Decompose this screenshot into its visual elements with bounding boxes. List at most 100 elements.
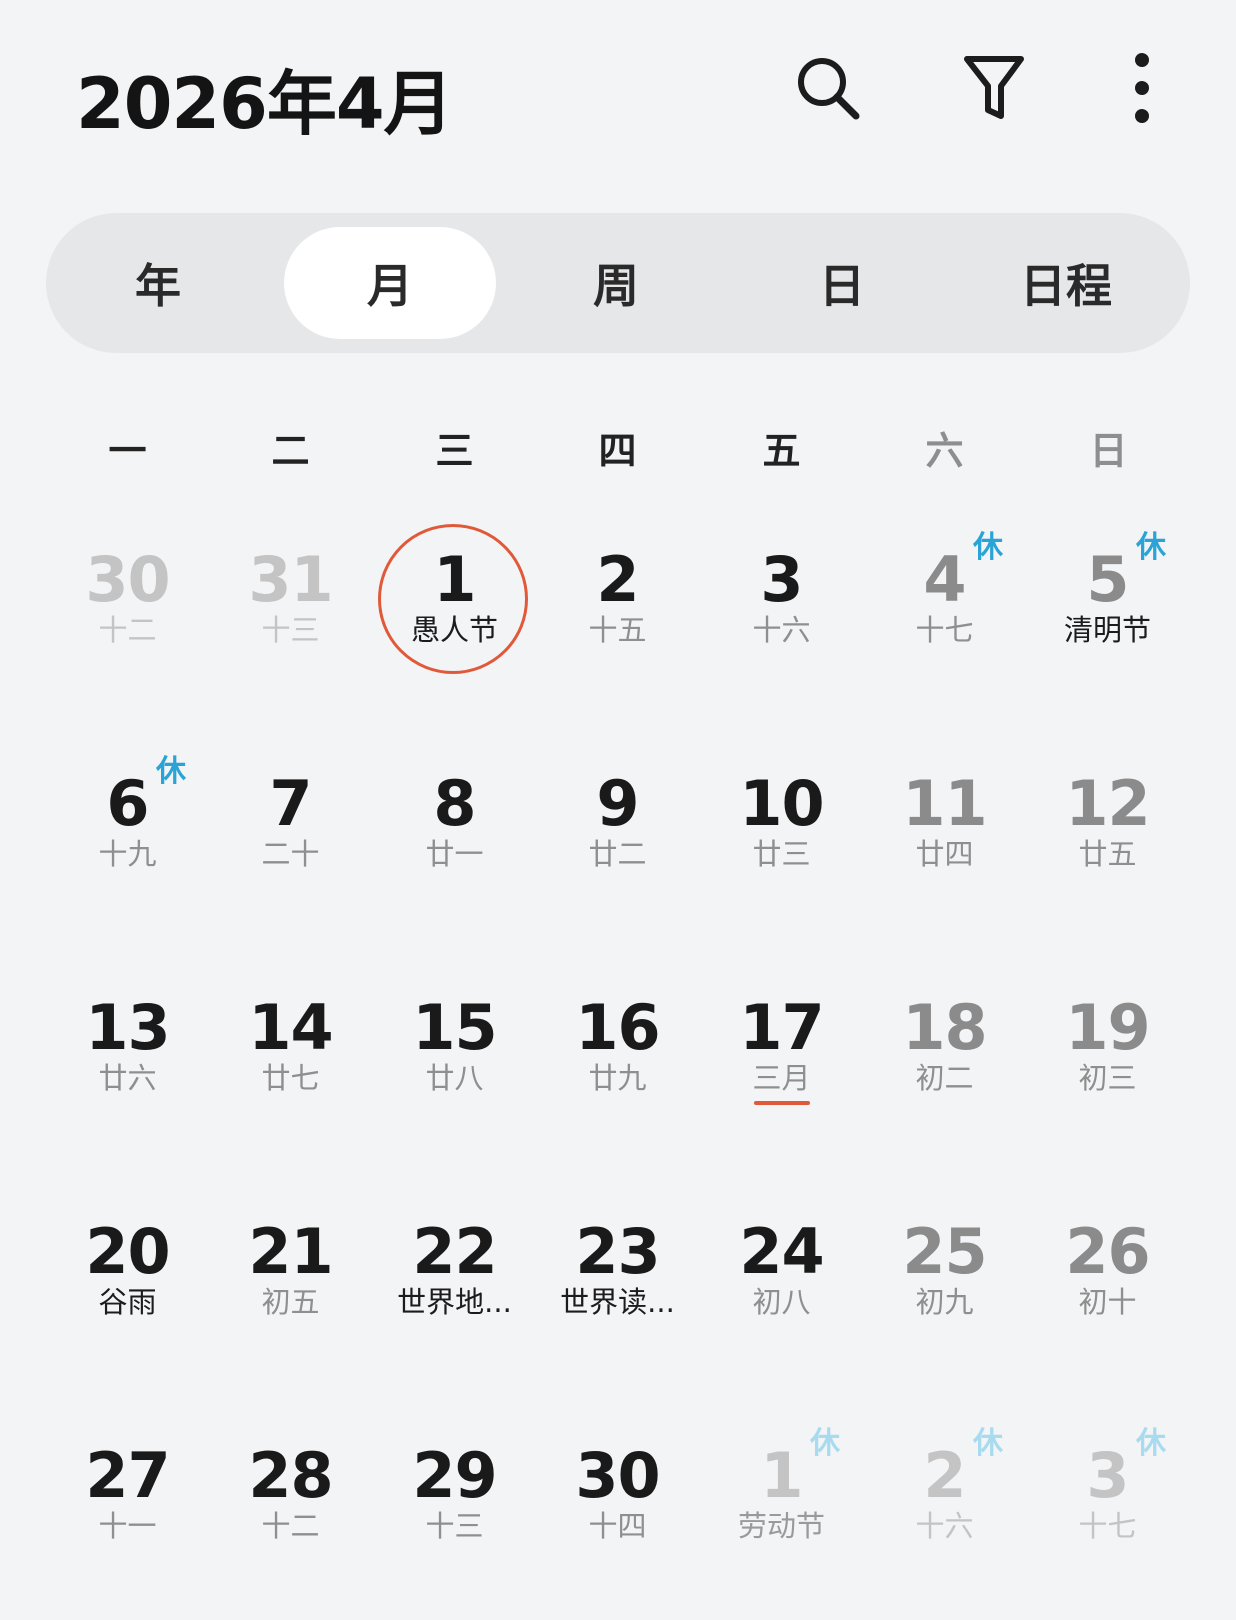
day-cell[interactable]: 26 初十 xyxy=(1026,1172,1189,1396)
day-number: 24 xyxy=(739,1215,824,1288)
tab-day[interactable]: 日 xyxy=(766,227,918,339)
day-cell[interactable]: 10 廿三 xyxy=(700,724,863,948)
holiday-label: 谷雨 xyxy=(98,1285,157,1319)
weekday-label: 三 xyxy=(435,429,474,473)
holiday-label: 愚人节 xyxy=(410,613,498,647)
day-cell[interactable]: 6 十九休 xyxy=(46,724,209,948)
lunar-date: 初十 xyxy=(1078,1285,1137,1319)
lunar-date: 二十 xyxy=(261,837,320,871)
lunar-date: 初五 xyxy=(261,1285,320,1319)
filter-button[interactable] xyxy=(956,50,1032,126)
day-number: 3 xyxy=(760,543,803,616)
tab-schedule[interactable]: 日程 xyxy=(990,227,1142,339)
view-switcher: 年 月 周 日 日程 xyxy=(46,213,1190,353)
day-cell[interactable]: 18 初二 xyxy=(863,948,1026,1172)
day-cell[interactable]: 2 十六休 xyxy=(863,1396,1026,1620)
day-number: 30 xyxy=(575,1439,660,1512)
weekday-label: 一 xyxy=(108,429,147,473)
day-cell[interactable]: 2 十五 xyxy=(536,500,699,724)
holiday-label: 世界读... xyxy=(560,1285,675,1319)
day-cell[interactable]: 16 廿九 xyxy=(536,948,699,1172)
rest-day-badge: 休 xyxy=(1136,1426,1166,1461)
lunar-date: 廿九 xyxy=(588,1061,647,1095)
day-number: 12 xyxy=(1065,767,1150,840)
lunar-date: 廿一 xyxy=(425,837,484,871)
weekday-label: 日 xyxy=(1089,429,1128,473)
day-cell[interactable]: 25 初九 xyxy=(863,1172,1026,1396)
day-cell[interactable]: 12 廿五 xyxy=(1026,724,1189,948)
day-number: 17 xyxy=(739,991,824,1064)
day-number: 29 xyxy=(412,1439,497,1512)
day-number: 16 xyxy=(575,991,660,1064)
day-number: 1 xyxy=(433,543,476,616)
weekday-header: 一 二 三 四 五 六 日 xyxy=(46,420,1190,490)
day-cell[interactable]: 19 初三 xyxy=(1026,948,1189,1172)
lunar-date: 廿七 xyxy=(261,1061,320,1095)
day-cell[interactable]: 13 廿六 xyxy=(46,948,209,1172)
day-number: 9 xyxy=(596,767,639,840)
app-header: 2026年4月 xyxy=(0,0,1236,180)
lunar-date: 廿四 xyxy=(915,837,974,871)
lunar-date: 十二 xyxy=(98,613,157,647)
day-cell[interactable]: 17 三月 xyxy=(700,948,863,1172)
lunar-date: 十三 xyxy=(425,1509,484,1543)
lunar-date: 十六 xyxy=(752,613,811,647)
day-number: 14 xyxy=(248,991,333,1064)
tab-week[interactable]: 周 xyxy=(540,227,692,339)
holiday-label: 清明节 xyxy=(1063,613,1151,647)
day-cell[interactable]: 20 谷雨 xyxy=(46,1172,209,1396)
day-cell[interactable]: 30 十二 xyxy=(46,500,209,724)
day-number: 13 xyxy=(85,991,170,1064)
day-number: 30 xyxy=(85,543,170,616)
day-number: 10 xyxy=(739,767,824,840)
month-title[interactable]: 2026年4月 xyxy=(76,48,454,149)
day-cell[interactable]: 3 十七休 xyxy=(1026,1396,1189,1620)
lunar-date: 初八 xyxy=(752,1285,811,1319)
filter-icon xyxy=(964,56,1024,119)
rest-day-badge: 休 xyxy=(1136,530,1166,565)
day-cell[interactable]: 22 世界地... xyxy=(373,1172,536,1396)
lunar-date: 廿六 xyxy=(98,1061,157,1095)
tab-month[interactable]: 月 xyxy=(284,227,496,339)
day-cell[interactable]: 30 十四 xyxy=(536,1396,699,1620)
day-cell[interactable]: 4 十七休 xyxy=(863,500,1026,724)
day-cell[interactable]: 1 愚人节 xyxy=(373,500,536,724)
day-cell[interactable]: 28 十二 xyxy=(209,1396,372,1620)
more-button[interactable] xyxy=(1104,50,1180,126)
day-cell[interactable]: 31 十三 xyxy=(209,500,372,724)
day-cell[interactable]: 5 清明节休 xyxy=(1026,500,1189,724)
day-cell[interactable]: 8 廿一 xyxy=(373,724,536,948)
day-number: 22 xyxy=(412,1215,497,1288)
day-number: 20 xyxy=(85,1215,170,1288)
day-cell[interactable]: 21 初五 xyxy=(209,1172,372,1396)
month-grid: 30 十二 31 十三 1 愚人节 2 十五 3 十六 4 十七休 5 清明节休 6 十九休 7 二十 8 廿一 9 廿二… xyxy=(46,500,1190,1589)
weekday-label: 五 xyxy=(762,429,801,473)
weekday-label: 四 xyxy=(598,429,637,473)
day-cell[interactable]: 23 世界读... xyxy=(536,1172,699,1396)
day-cell[interactable]: 24 初八 xyxy=(700,1172,863,1396)
search-button[interactable] xyxy=(790,50,866,126)
lunar-date: 廿二 xyxy=(588,837,647,871)
day-cell[interactable]: 3 十六 xyxy=(700,500,863,724)
day-cell[interactable]: 14 廿七 xyxy=(209,948,372,1172)
day-number: 31 xyxy=(248,543,333,616)
weekday-label: 六 xyxy=(925,429,964,473)
rest-day-badge: 休 xyxy=(973,530,1003,565)
lunar-date: 十二 xyxy=(261,1509,320,1543)
day-cell[interactable]: 9 廿二 xyxy=(536,724,699,948)
day-cell[interactable]: 15 廿八 xyxy=(373,948,536,1172)
day-cell[interactable]: 27 十一 xyxy=(46,1396,209,1620)
lunar-date: 初二 xyxy=(915,1061,974,1095)
day-cell[interactable]: 29 十三 xyxy=(373,1396,536,1620)
day-number: 21 xyxy=(248,1215,333,1288)
tab-year[interactable]: 年 xyxy=(82,227,234,339)
day-cell[interactable]: 1 劳动节休 xyxy=(700,1396,863,1620)
day-number: 19 xyxy=(1065,991,1150,1064)
lunar-date: 十七 xyxy=(915,613,974,647)
day-cell[interactable]: 7 二十 xyxy=(209,724,372,948)
lunar-date: 十一 xyxy=(98,1509,157,1543)
more-vertical-icon xyxy=(1135,53,1149,123)
lunar-date: 三月 xyxy=(752,1061,811,1095)
day-cell[interactable]: 11 廿四 xyxy=(863,724,1026,948)
lunar-date: 初三 xyxy=(1078,1061,1137,1095)
